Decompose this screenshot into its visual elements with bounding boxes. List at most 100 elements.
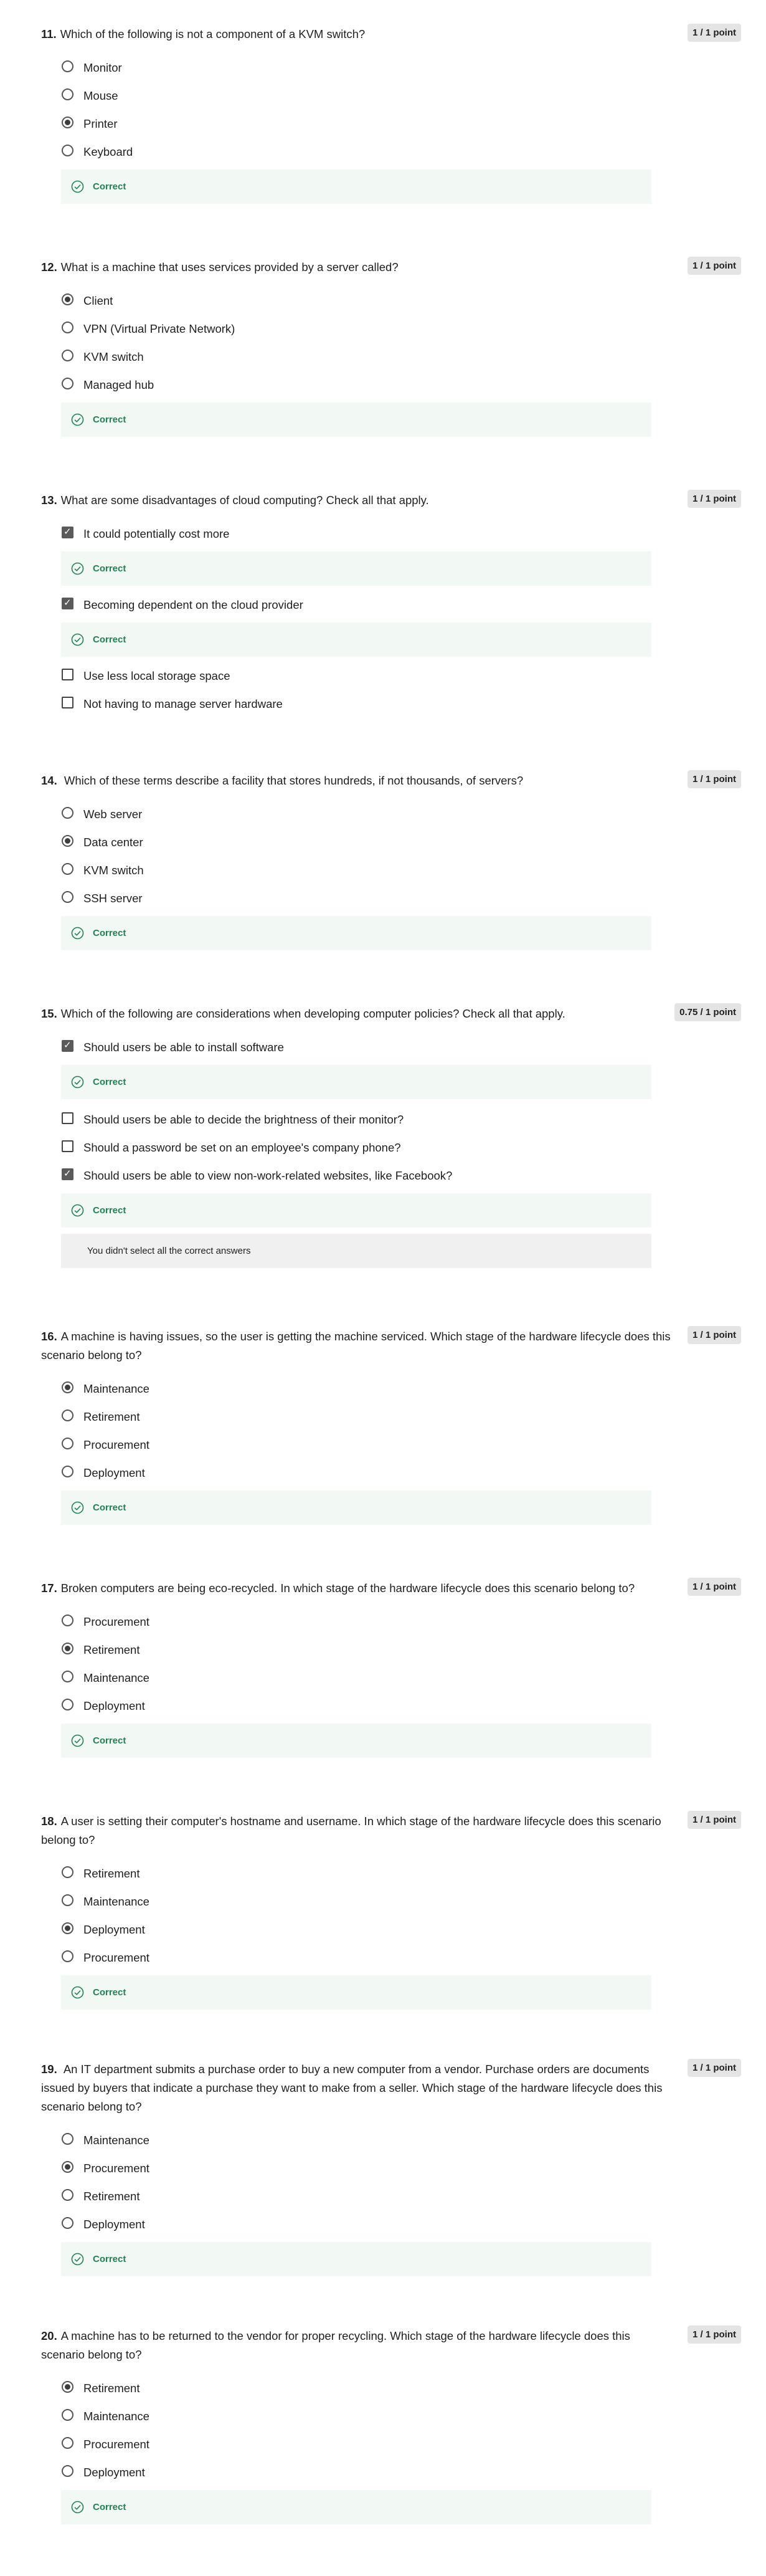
check-circle-icon [71, 1986, 84, 1999]
option-selected[interactable]: Printer [41, 110, 741, 138]
radio-button[interactable] [62, 1866, 73, 1878]
radio-button[interactable] [62, 1410, 73, 1421]
radio-button[interactable] [62, 88, 73, 100]
radio-button[interactable] [62, 1894, 73, 1906]
option[interactable]: SSH server [41, 884, 741, 912]
radio-button[interactable] [62, 1438, 73, 1449]
correct-feedback: Correct [61, 169, 651, 204]
checkbox[interactable] [62, 697, 73, 708]
option-selected[interactable]: Client [41, 287, 741, 315]
option[interactable]: Should users be able to decide the brigh… [41, 1105, 741, 1133]
radio-button-selected[interactable] [62, 1643, 73, 1654]
option[interactable]: Deployment [41, 1692, 741, 1720]
checkbox-checked[interactable] [62, 1039, 73, 1052]
checkbox[interactable] [62, 1112, 73, 1124]
question-text: 12. What is a machine that uses services … [41, 260, 399, 274]
option-selected[interactable]: Maintenance [41, 1375, 741, 1403]
radio-button[interactable] [62, 2409, 73, 2421]
checkbox-checked[interactable] [62, 597, 73, 609]
checkbox-checked[interactable] [62, 1168, 73, 1180]
option-selected[interactable]: Should users be able to install software [41, 1033, 741, 1061]
check-circle-icon [71, 2253, 84, 2266]
score-badge: 1 / 1 point [687, 1811, 741, 1829]
check-circle-icon [71, 1076, 84, 1089]
correct-feedback: Correct [61, 551, 651, 586]
radio-button[interactable] [62, 1615, 73, 1626]
option[interactable]: Procurement [41, 2430, 741, 2458]
question-15: 15. Which of the following are considerat… [41, 1003, 741, 1268]
radio-button[interactable] [62, 2437, 73, 2449]
option[interactable]: Procurement [41, 1944, 741, 1972]
check-circle-icon [71, 927, 84, 940]
option[interactable]: VPN (Virtual Private Network) [41, 315, 741, 343]
option[interactable]: Should a password be set on an employee'… [41, 1133, 741, 1162]
radio-button-selected[interactable] [62, 293, 73, 305]
correct-feedback: Correct [61, 1724, 651, 1758]
radio-button[interactable] [62, 891, 73, 903]
option[interactable]: Retirement [41, 1859, 741, 1887]
option[interactable]: Deployment [41, 2210, 741, 2238]
correct-feedback: Correct [61, 623, 651, 657]
score-badge: 1 / 1 point [687, 24, 741, 42]
question-text: 14. Which of these terms describe a faci… [41, 774, 524, 787]
radio-button[interactable] [62, 2189, 73, 2201]
radio-button[interactable] [62, 2465, 73, 2477]
option-selected[interactable]: Procurement [41, 2154, 741, 2182]
radio-button[interactable] [62, 350, 73, 361]
option[interactable]: Use less local storage space [41, 662, 741, 690]
radio-button[interactable] [62, 1950, 73, 1962]
option[interactable]: Procurement [41, 1431, 741, 1459]
radio-button[interactable] [62, 378, 73, 389]
question-text: 11. Which of the following is not a compo… [41, 27, 366, 41]
radio-button[interactable] [62, 2133, 73, 2145]
option-selected[interactable]: Retirement [41, 2374, 741, 2402]
radio-button-selected[interactable] [62, 1922, 73, 1934]
radio-button[interactable] [62, 145, 73, 156]
option-selected[interactable]: Should users be able to view non-work-re… [41, 1162, 741, 1190]
score-badge: 1 / 1 point [687, 2059, 741, 2077]
option[interactable]: Retirement [41, 2182, 741, 2210]
option-selected[interactable]: Becoming dependent on the cloud provider [41, 591, 741, 619]
radio-button-selected[interactable] [62, 1381, 73, 1393]
option[interactable]: Keyboard [41, 138, 741, 166]
correct-feedback: Correct [61, 1491, 651, 1525]
radio-button[interactable] [62, 322, 73, 333]
option[interactable]: KVM switch [41, 343, 741, 371]
option-selected[interactable]: It could potentially cost more [41, 520, 741, 548]
option[interactable]: Deployment [41, 1459, 741, 1487]
option[interactable]: Not having to manage server hardware [41, 690, 741, 718]
checkbox[interactable] [62, 1140, 73, 1152]
radio-button[interactable] [62, 1699, 73, 1710]
radio-button[interactable] [62, 807, 73, 819]
radio-button-selected[interactable] [62, 2161, 73, 2173]
question-18: 18. A user is setting their computer's ho… [41, 1811, 741, 2015]
option[interactable]: Maintenance [41, 1887, 741, 1915]
radio-button[interactable] [62, 2217, 73, 2229]
checkbox[interactable] [62, 669, 73, 680]
option[interactable]: Maintenance [41, 1664, 741, 1692]
option[interactable]: Maintenance [41, 2126, 741, 2154]
option[interactable]: Retirement [41, 1403, 741, 1431]
radio-button-selected[interactable] [62, 2381, 73, 2393]
radio-button[interactable] [62, 1671, 73, 1682]
radio-button[interactable] [62, 863, 73, 875]
option[interactable]: Managed hub [41, 371, 741, 399]
option[interactable]: KVM switch [41, 856, 741, 884]
radio-button[interactable] [62, 60, 73, 72]
option-selected[interactable]: Deployment [41, 1915, 741, 1944]
option-selected[interactable]: Retirement [41, 1636, 741, 1664]
option[interactable]: Web server [41, 800, 741, 828]
option[interactable]: Mouse [41, 82, 741, 110]
radio-button[interactable] [62, 1466, 73, 1477]
score-badge: 0.75 / 1 point [674, 1003, 741, 1021]
option[interactable]: Monitor [41, 54, 741, 82]
radio-button-selected[interactable] [62, 835, 73, 847]
option-selected[interactable]: Data center [41, 828, 741, 856]
option[interactable]: Procurement [41, 1608, 741, 1636]
correct-feedback: Correct [61, 916, 651, 950]
option[interactable]: Deployment [41, 2458, 741, 2486]
radio-button-selected[interactable] [62, 117, 73, 128]
question-19: 19. An IT department submits a purchase … [41, 2059, 741, 2281]
option[interactable]: Maintenance [41, 2402, 741, 2430]
checkbox-checked[interactable] [62, 526, 73, 538]
